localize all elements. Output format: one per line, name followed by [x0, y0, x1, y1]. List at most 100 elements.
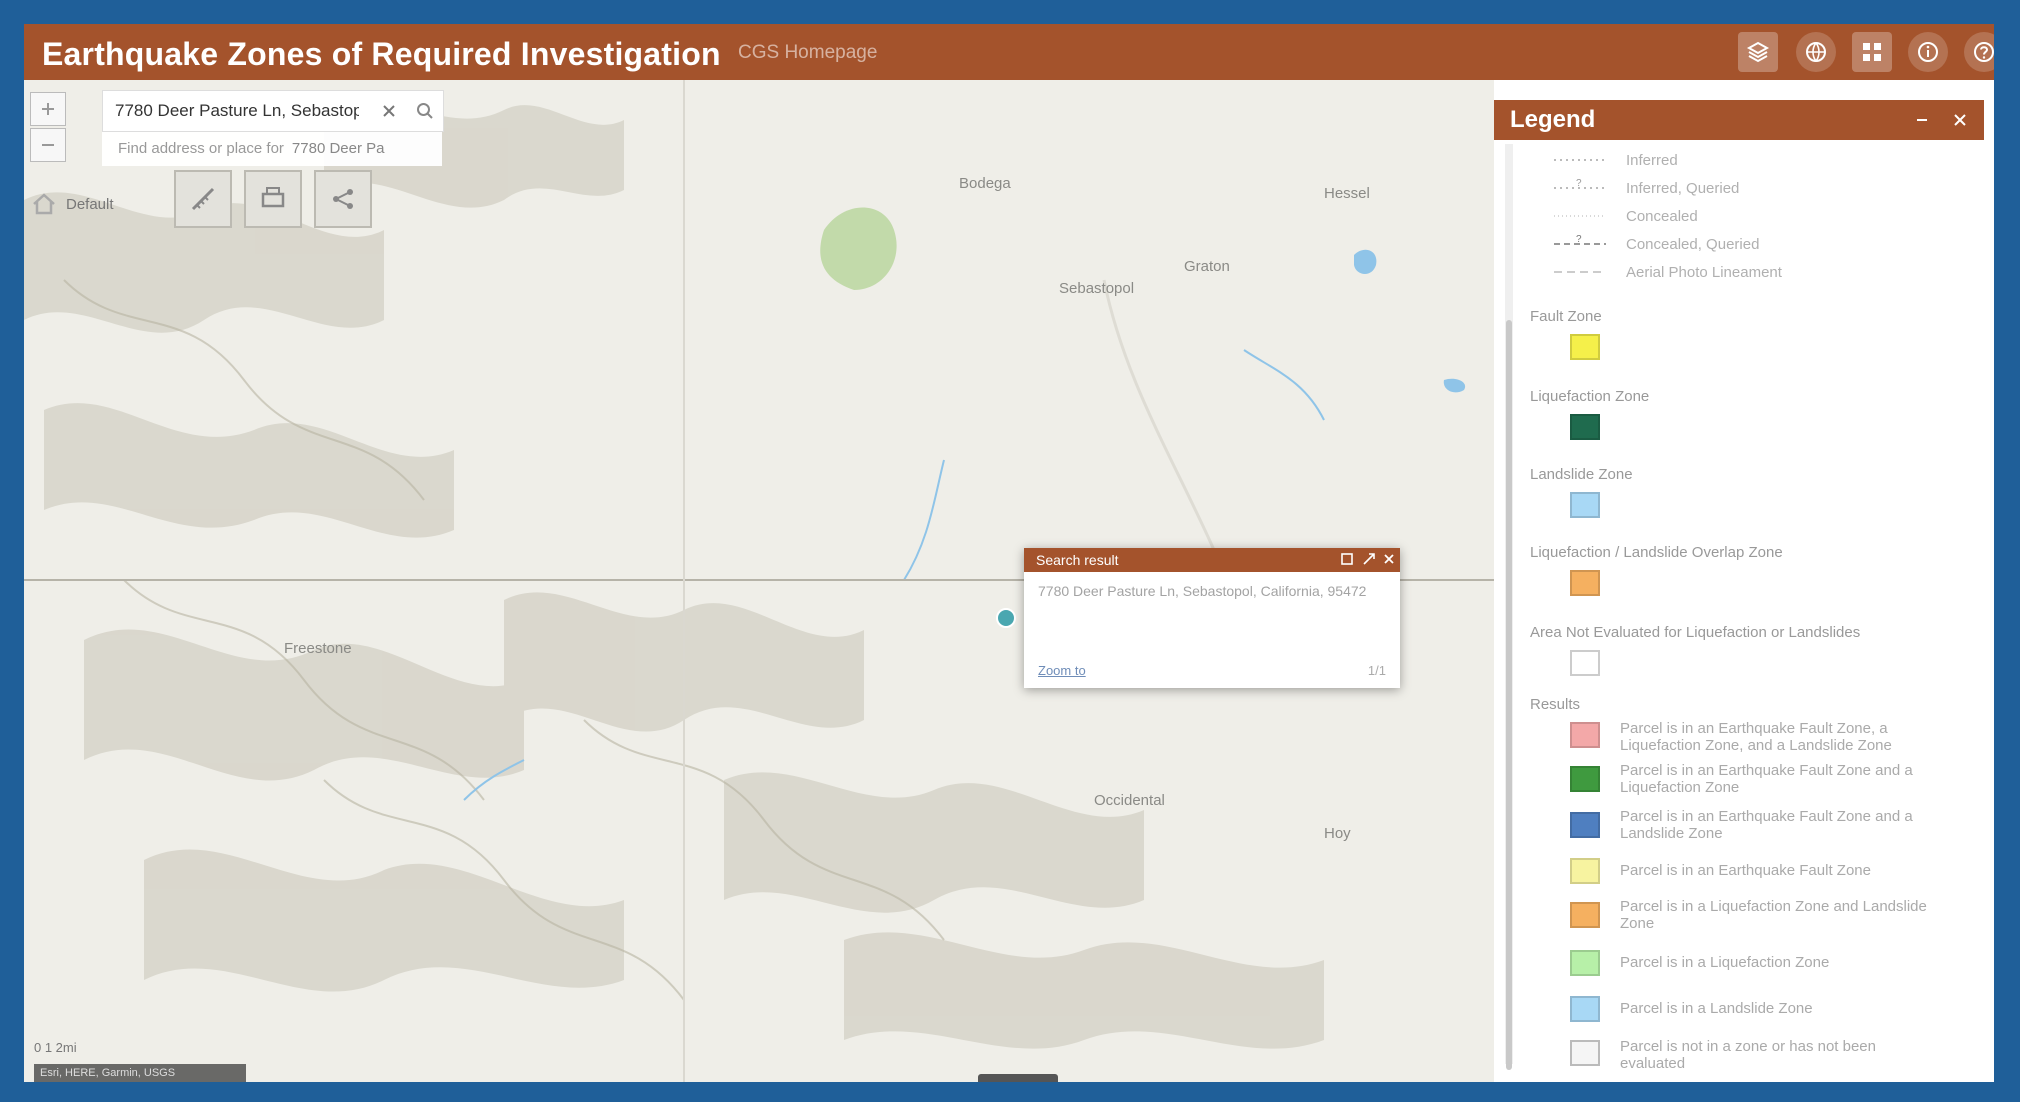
- result-swatch: [1570, 1040, 1600, 1066]
- popup-footer: Zoom to 1/1: [1038, 663, 1386, 678]
- result-label: Parcel is in a Liquefaction Zone: [1620, 954, 1830, 971]
- place-label: Bodega: [959, 175, 1011, 192]
- place-label: Hessel: [1324, 185, 1370, 202]
- legend-scrollbar-thumb[interactable]: [1506, 320, 1512, 1070]
- plus-icon: [42, 103, 54, 115]
- popup-pager: 1/1: [1367, 663, 1386, 678]
- legend-fault-line: Concealed: [1494, 204, 1698, 228]
- result-swatch: [1570, 996, 1600, 1022]
- result-swatch: [1570, 722, 1600, 748]
- help-button[interactable]: [1964, 32, 1994, 72]
- zoom-to-link[interactable]: Zoom to: [1038, 663, 1086, 678]
- suggestion-prefix: Find address or place for: [118, 140, 284, 157]
- basemap-button[interactable]: [1796, 32, 1836, 72]
- bottom-panel-handle[interactable]: [978, 1074, 1058, 1082]
- legend-zone-heading: Liquefaction / Landslide Overlap Zone: [1530, 544, 1783, 561]
- result-label: Parcel is in an Earthquake Fault Zone an…: [1620, 762, 1913, 796]
- minus-icon: [42, 144, 54, 146]
- search-suggestion[interactable]: Find address or place for 7780 Deer Pa: [102, 132, 442, 166]
- share-icon: [333, 189, 353, 209]
- result-label: Parcel is in an Earthquake Fault Zone: [1620, 862, 1871, 879]
- print-tool-button[interactable]: [244, 170, 302, 228]
- home-icon: [33, 193, 55, 215]
- measure-tool-button[interactable]: [174, 170, 232, 228]
- legend-fault-line: Aerial Photo Lineament: [1494, 260, 1782, 284]
- popup-header: Search result: [1024, 548, 1400, 572]
- result-swatch: [1570, 902, 1600, 928]
- zoom-in-button[interactable]: [30, 92, 66, 126]
- legend-zone-heading: Area Not Evaluated for Liquefaction or L…: [1530, 624, 1861, 641]
- zoom-out-button[interactable]: [30, 128, 66, 162]
- dash-line-icon: [1554, 271, 1606, 273]
- app-header: Earthquake Zones of Required Investigati…: [24, 24, 1994, 80]
- clear-search-button[interactable]: [371, 104, 407, 118]
- dotted-fine-line-icon: [1554, 215, 1606, 217]
- search-result-marker[interactable]: [996, 608, 1016, 628]
- result-label: Parcel is in an Earthquake Fault Zone an…: [1620, 808, 1913, 842]
- legend-toggle-button[interactable]: [1738, 32, 1778, 72]
- search-button[interactable]: [407, 102, 443, 120]
- app-title: Earthquake Zones of Required Investigati…: [42, 36, 721, 72]
- result-label: Parcel is in a Landslide Zone: [1620, 1000, 1813, 1017]
- legend-zone-heading: Fault Zone: [1530, 308, 1602, 325]
- legend-fault-line: Inferred: [1494, 148, 1678, 172]
- legend-header: Legend: [1494, 100, 1984, 140]
- search-box: [102, 90, 444, 132]
- dash-query-line-icon: ?: [1554, 234, 1606, 245]
- home-label: Default: [66, 195, 114, 213]
- svg-text:?: ?: [1576, 178, 1582, 189]
- result-swatch: [1570, 766, 1600, 792]
- dot-query-line-icon: ?: [1554, 178, 1606, 189]
- place-label: Occidental: [1094, 792, 1165, 809]
- search-result-popup: Search result 7780 Deer Pasture Ln, Seba…: [1024, 548, 1400, 688]
- legend-content: Inferred ? Inferred, Queried Concealed ?…: [1494, 140, 1970, 1082]
- cgs-homepage-link[interactable]: CGS Homepage: [738, 42, 877, 64]
- info-button[interactable]: [1908, 32, 1948, 72]
- suggestion-match: 7780 Deer Pa: [291, 140, 385, 157]
- close-icon[interactable]: [1952, 112, 1968, 128]
- print-icon: [261, 187, 285, 208]
- close-icon: [383, 105, 395, 117]
- close-icon[interactable]: [1382, 552, 1396, 566]
- collapse-icon[interactable]: [1914, 112, 1930, 128]
- map-view[interactable]: Default Find address or place for 7780 De…: [24, 80, 1494, 1082]
- popup-address: 7780 Deer Pasture Ln, Sebastopol, Califo…: [1038, 583, 1367, 599]
- landslide-zone-swatch: [1570, 492, 1600, 518]
- ruler-icon: [191, 187, 215, 211]
- result-label: Parcel is in an Earthquake Fault Zone, a…: [1620, 720, 1892, 754]
- place-label: Hoy: [1324, 825, 1351, 842]
- not-evaluated-swatch: [1570, 650, 1600, 676]
- result-swatch: [1570, 950, 1600, 976]
- question-icon: [1974, 42, 1994, 62]
- search-icon: [417, 103, 433, 119]
- info-icon: [1918, 42, 1938, 62]
- home-control[interactable]: Default: [30, 190, 114, 218]
- result-swatch: [1570, 858, 1600, 884]
- grid-icon: [1863, 43, 1881, 61]
- place-label: Freestone: [284, 640, 352, 657]
- search-input[interactable]: [103, 93, 371, 129]
- legend-results-heading: Results: [1530, 696, 1581, 713]
- result-swatch: [1570, 812, 1600, 838]
- globe-icon: [1806, 42, 1826, 62]
- legend-zone-heading: Liquefaction Zone: [1530, 388, 1650, 405]
- place-label: Graton: [1184, 258, 1230, 275]
- popup-title: Search result: [1036, 552, 1119, 568]
- map-attribution: Esri, HERE, Garmin, USGS: [34, 1064, 246, 1082]
- share-tool-button[interactable]: [314, 170, 372, 228]
- legend-fault-line: ? Concealed, Queried: [1494, 232, 1759, 256]
- fault-zone-swatch: [1570, 334, 1600, 360]
- dotted-line-icon: [1554, 159, 1606, 161]
- overlap-zone-swatch: [1570, 570, 1600, 596]
- layers-icon: [1746, 41, 1770, 63]
- result-label: Parcel is in a Liquefaction Zone and Lan…: [1620, 898, 1927, 932]
- dock-icon[interactable]: [1340, 552, 1354, 566]
- layers-grid-button[interactable]: [1852, 32, 1892, 72]
- scale-bar: 0 1 2mi: [34, 1040, 77, 1055]
- svg-text:?: ?: [1576, 234, 1582, 245]
- result-label: Parcel is not in a zone or has not been …: [1620, 1038, 1876, 1072]
- maximize-icon[interactable]: [1362, 552, 1376, 566]
- legend-title: Legend: [1510, 106, 1596, 133]
- liquefaction-zone-swatch: [1570, 414, 1600, 440]
- legend-panel: Legend Inferred ? Inferred, Queried Conc…: [1494, 80, 1994, 1082]
